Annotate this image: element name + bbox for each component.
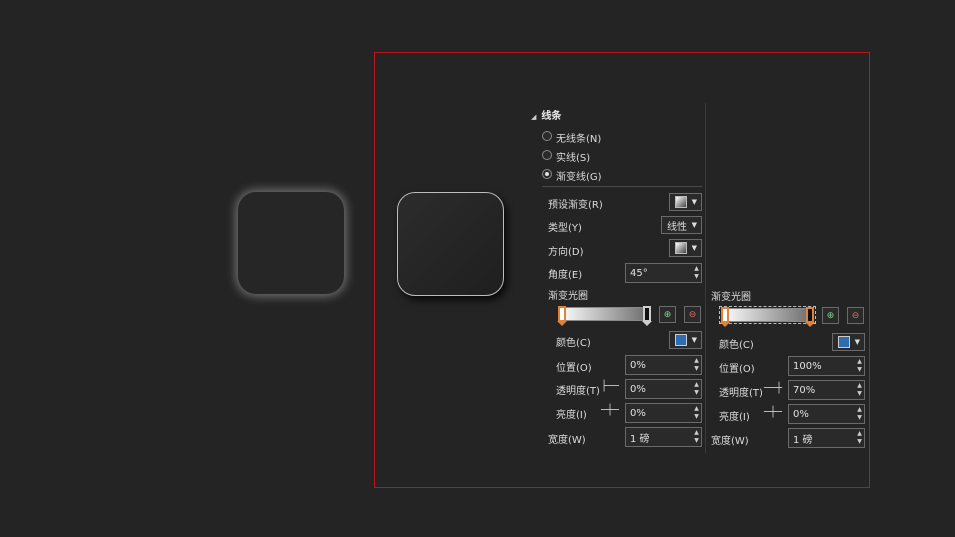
type-value: 线性 xyxy=(667,221,687,233)
gradient-stops-bar[interactable] xyxy=(558,307,651,321)
width-label: 宽度(W) xyxy=(548,435,586,446)
transparency-label: 透明度(T) xyxy=(556,386,600,397)
angle-label: 角度(E) xyxy=(548,270,583,281)
right-position-value: 100% xyxy=(793,360,822,372)
preset-gradient-label: 预设渐变(R) xyxy=(548,200,603,211)
gradient-stop-end[interactable] xyxy=(642,306,652,326)
panel-divider-vertical xyxy=(705,103,706,453)
radio-gradient-line-label[interactable]: 渐变线(G) xyxy=(556,168,602,183)
right-width-value: 1 磅 xyxy=(793,434,813,446)
right-brightness-spinner[interactable]: 0% ▲ ▼ xyxy=(788,404,865,424)
color-dropdown[interactable]: ▼ xyxy=(669,331,702,349)
right-gradient-stop-end[interactable] xyxy=(805,307,815,327)
position-value: 0% xyxy=(630,359,646,371)
spinner-arrows-icon[interactable]: ▲ ▼ xyxy=(855,430,864,446)
right-gradient-stops-label: 渐变光圈 xyxy=(711,292,751,303)
color-swatch-icon xyxy=(838,336,850,348)
spinner-arrows-icon[interactable]: ▲ ▼ xyxy=(692,429,701,445)
spinner-arrows-icon[interactable]: ▲ ▼ xyxy=(692,405,701,421)
direction-dropdown[interactable]: ▼ xyxy=(669,239,702,257)
chevron-down-icon: ▼ xyxy=(691,198,697,206)
spinner-arrows-icon[interactable]: ▲ ▼ xyxy=(855,406,864,422)
collapse-triangle-icon: ◢ xyxy=(531,113,537,121)
line-section-header[interactable]: ◢ 线条 xyxy=(531,107,561,122)
spinner-arrows-icon[interactable]: ▲ ▼ xyxy=(692,265,701,281)
add-gradient-stop-icon: ⊕ xyxy=(826,310,835,321)
spinner-arrows-icon[interactable]: ▲ ▼ xyxy=(692,381,701,397)
spinner-arrows-icon[interactable]: ▲ ▼ xyxy=(692,357,701,373)
section-separator xyxy=(542,186,702,187)
remove-gradient-stop-icon: ⊖ xyxy=(688,309,697,320)
right-gradient-stop-start[interactable] xyxy=(720,307,730,327)
type-label: 类型(Y) xyxy=(548,223,582,234)
angle-spinner[interactable]: 45° ▲ ▼ xyxy=(625,263,702,283)
right-transparency-value: 70% xyxy=(793,384,816,396)
right-transparency-label: 透明度(T) xyxy=(719,388,763,399)
transparency-value: 0% xyxy=(630,383,646,395)
brightness-label: 亮度(I) xyxy=(556,410,587,421)
remove-gradient-stop-icon: ⊖ xyxy=(851,310,860,321)
right-width-spinner[interactable]: 1 磅 ▲ ▼ xyxy=(788,428,865,448)
add-gradient-stop-button[interactable]: ⊕ xyxy=(659,306,676,323)
right-brightness-slider-icon[interactable]: ─┼─ xyxy=(764,407,782,418)
right-transparency-slider-icon[interactable]: ──┼ xyxy=(764,383,782,394)
brightness-spinner[interactable]: 0% ▲ ▼ xyxy=(625,403,702,423)
radio-solid-line[interactable] xyxy=(542,150,552,160)
direction-swatch-icon xyxy=(675,242,687,254)
preset-gradient-dropdown[interactable]: ▼ xyxy=(669,193,702,211)
right-brightness-label: 亮度(I) xyxy=(719,412,750,423)
color-swatch-icon xyxy=(675,334,687,346)
width-value: 1 磅 xyxy=(630,433,650,445)
spinner-arrows-icon[interactable]: ▲ ▼ xyxy=(855,358,864,374)
direction-label: 方向(D) xyxy=(548,247,584,258)
radio-no-line[interactable] xyxy=(542,131,552,141)
right-color-dropdown[interactable]: ▼ xyxy=(832,333,865,351)
transparency-slider-icon[interactable]: ├── xyxy=(601,381,619,392)
radio-gradient-line[interactable] xyxy=(542,169,552,179)
remove-gradient-stop-button[interactable]: ⊖ xyxy=(684,306,701,323)
gradient-stops-label: 渐变光圈 xyxy=(548,291,588,302)
transparency-spinner[interactable]: 0% ▲ ▼ xyxy=(625,379,702,399)
right-brightness-value: 0% xyxy=(793,408,809,420)
right-remove-gradient-stop-button[interactable]: ⊖ xyxy=(847,307,864,324)
gradient-swatch-icon xyxy=(675,196,687,208)
chevron-down-icon: ▼ xyxy=(691,221,697,229)
right-position-spinner[interactable]: 100% ▲ ▼ xyxy=(788,356,865,376)
radio-no-line-label[interactable]: 无线条(N) xyxy=(556,130,601,145)
add-gradient-stop-icon: ⊕ xyxy=(663,309,672,320)
angle-value: 45° xyxy=(630,267,648,279)
brightness-value: 0% xyxy=(630,407,646,419)
line-section-title: 线条 xyxy=(541,111,562,122)
right-color-label: 颜色(C) xyxy=(719,340,754,351)
color-label: 颜色(C) xyxy=(556,338,591,349)
right-transparency-spinner[interactable]: 70% ▲ ▼ xyxy=(788,380,865,400)
right-width-label: 宽度(W) xyxy=(711,436,749,447)
position-label: 位置(O) xyxy=(556,363,592,374)
right-add-gradient-stop-button[interactable]: ⊕ xyxy=(822,307,839,324)
chevron-down-icon: ▼ xyxy=(691,244,697,252)
brightness-slider-icon[interactable]: ─┼─ xyxy=(601,405,619,416)
position-spinner[interactable]: 0% ▲ ▼ xyxy=(625,355,702,375)
width-spinner[interactable]: 1 磅 ▲ ▼ xyxy=(625,427,702,447)
chevron-down-icon: ▼ xyxy=(854,338,860,346)
right-gradient-stops-bar[interactable] xyxy=(719,306,816,324)
type-dropdown[interactable]: 线性 ▼ xyxy=(661,216,702,234)
radio-solid-line-label[interactable]: 实线(S) xyxy=(556,149,590,164)
right-position-label: 位置(O) xyxy=(719,364,755,375)
chevron-down-icon: ▼ xyxy=(691,336,697,344)
gradient-stop-start[interactable] xyxy=(557,306,567,326)
spinner-arrows-icon[interactable]: ▲ ▼ xyxy=(855,382,864,398)
glowing-rounded-rectangle[interactable] xyxy=(238,192,344,294)
